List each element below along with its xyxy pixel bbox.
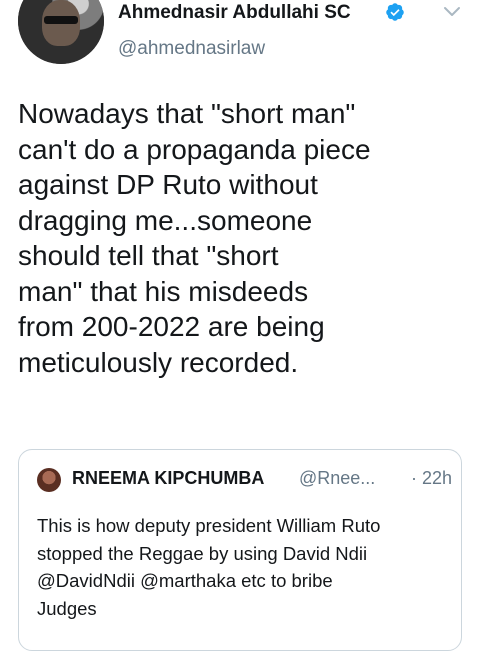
quoted-text-line: stopped the Reggae by using David Ndii [37, 542, 368, 564]
author-handle[interactable]: @ahmednasirlaw [118, 38, 265, 60]
quoted-author-avatar[interactable] [37, 468, 61, 492]
quoted-text-line: Judges [37, 597, 97, 619]
quoted-tweet-text: This is how deputy president William Rut… [37, 512, 447, 622]
quoted-timestamp[interactable]: · 22h [411, 468, 452, 489]
author-avatar[interactable] [18, 0, 104, 64]
tweet-text-line: against DP Ruto without [18, 169, 318, 200]
tweet-text-line: from 200-2022 are being [18, 311, 325, 342]
author-name[interactable]: Ahmednasir Abdullahi SC [118, 2, 351, 24]
verified-badge-icon [386, 3, 404, 21]
tweet-text-line: man" that his misdeeds [18, 275, 309, 307]
avatar-glasses [44, 16, 78, 24]
quoted-text-line: @DavidNdii @marthaka etc to bribe [37, 570, 333, 591]
tweet-text-line: meticulously recorded. [18, 346, 299, 378]
tweet-text-line: should tell that "short [18, 240, 279, 271]
tweet-text-line: dragging me...someone [18, 204, 313, 236]
chevron-down-icon[interactable] [443, 6, 461, 18]
tweet-text: Nowadays that "short man" can't do a pro… [18, 96, 468, 380]
quoted-text-line: This is how deputy president William Rut… [37, 515, 381, 536]
quoted-tweet[interactable]: RNEEMA KIPCHUMBA @Rnee... · 22h This is … [18, 449, 462, 651]
quoted-author-handle[interactable]: @Rnee... [299, 468, 375, 489]
tweet-text-line: Nowadays that "short man" [18, 98, 356, 129]
quoted-author-name[interactable]: RNEEMA KIPCHUMBA [72, 468, 264, 489]
tweet-text-line: can't do a propaganda piece [18, 133, 371, 165]
